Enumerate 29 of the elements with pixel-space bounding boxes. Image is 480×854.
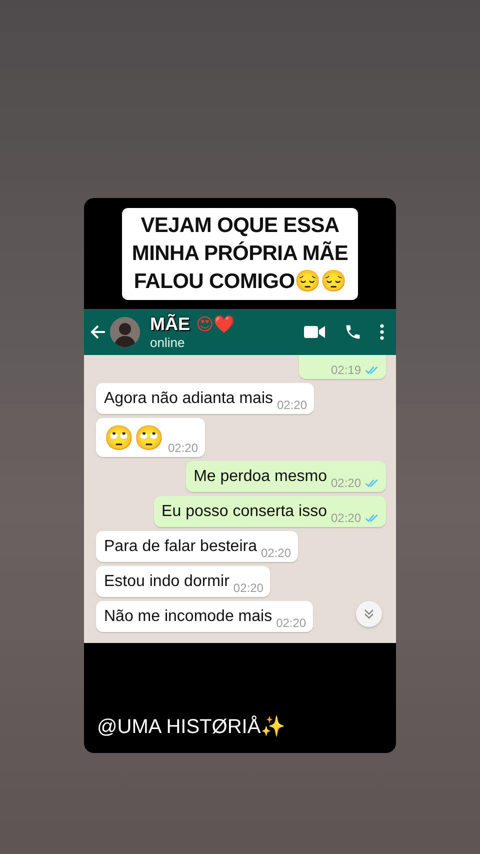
double-chevron-icon — [363, 608, 375, 620]
more-options-icon[interactable] — [380, 324, 384, 340]
caption-line: MINHA PRÓPRIA MÃE — [132, 240, 348, 266]
message-time: 02:20 — [233, 581, 264, 595]
message-text: Me perdoa mesmo — [194, 467, 327, 487]
message-text: Agora não adianta mais — [104, 389, 273, 409]
message-time: 02:20 — [276, 616, 306, 630]
message-time: 02:19 — [330, 363, 361, 377]
message-text: Não me incomode mais — [104, 607, 272, 627]
message-time: 02:20 — [277, 398, 308, 412]
video-call-icon[interactable] — [304, 325, 326, 339]
back-arrow-icon[interactable] — [90, 324, 106, 340]
message-time: 02:20 — [330, 476, 361, 490]
phone-icon[interactable] — [344, 323, 362, 341]
message-text: Eu posso conserta isso — [162, 502, 327, 522]
message-text: 🙄🙄 — [104, 423, 164, 453]
credit-text: @UMA HISTØRIÅ✨ — [97, 714, 286, 739]
message-time: 02:20 — [168, 441, 198, 455]
message-time: 02:20 — [260, 546, 292, 560]
message-time: 02:20 — [330, 511, 361, 525]
contact-name: MÃE — [150, 314, 190, 335]
caption-line: VEJAM OQUE ESSA — [140, 212, 340, 238]
message-text: Para de falar besteira — [104, 537, 257, 557]
avatar-icon[interactable] — [110, 317, 140, 347]
message-text: Estou indo dormir — [104, 572, 230, 592]
scroll-down-button[interactable] — [356, 601, 382, 627]
contact-status: online — [150, 335, 186, 350]
name-emojis: 😍❤ — [196, 314, 235, 335]
caption-line: FALOU COMIGO😔😔 — [134, 268, 346, 294]
